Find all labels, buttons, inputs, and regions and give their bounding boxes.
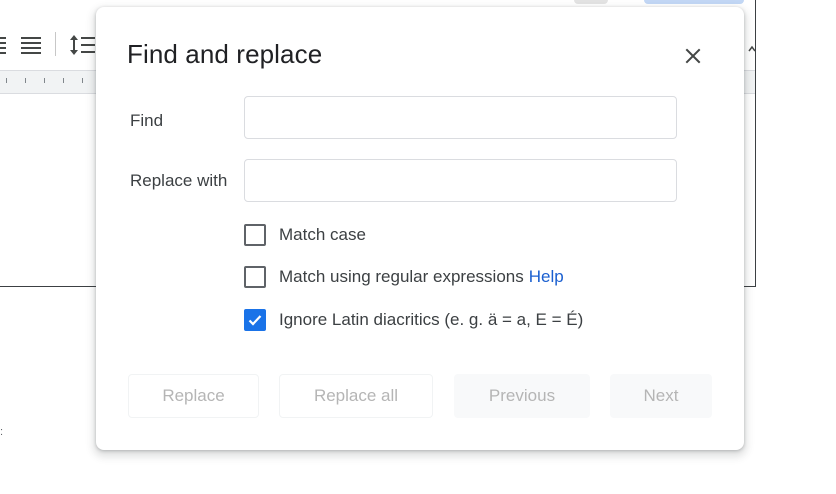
close-icon: [685, 48, 701, 64]
align-justify-icon[interactable]: [21, 36, 41, 59]
ruler-tick: [25, 78, 26, 83]
dialog-title: Find and replace: [127, 39, 323, 69]
close-button[interactable]: [676, 39, 710, 73]
replace-input[interactable]: [244, 159, 677, 202]
ignore-diacritics-checkbox[interactable]: [244, 309, 266, 331]
line-spacing-icon[interactable]: [69, 33, 95, 62]
next-button[interactable]: Next: [610, 374, 712, 418]
regex-label-text: Match using regular expressions: [279, 267, 524, 286]
stray-mark: :: [0, 426, 4, 438]
option-ignore-diacritics[interactable]: Ignore Latin diacritics (e. g. ä = a, E …: [244, 308, 583, 332]
match-case-label: Match case: [279, 225, 366, 244]
ruler-tick: [44, 78, 45, 83]
regex-checkbox[interactable]: [244, 266, 266, 288]
share-button-edge: [644, 0, 744, 4]
option-regex[interactable]: Match using regular expressions Help: [244, 265, 564, 289]
screen: : Find and replace Find Replace with Mat…: [0, 0, 836, 494]
help-link[interactable]: Help: [529, 267, 564, 286]
replace-label: Replace with: [130, 171, 228, 190]
find-input[interactable]: [244, 96, 677, 139]
option-match-case[interactable]: Match case: [244, 223, 366, 247]
replace-button[interactable]: Replace: [128, 374, 259, 418]
toolbar-separator: [55, 32, 56, 56]
ruler-tick: [6, 78, 7, 83]
find-label: Find: [130, 111, 164, 130]
toolbar-edge: [574, 0, 608, 4]
check-icon: [248, 315, 262, 326]
regex-label: Match using regular expressions Help: [279, 267, 564, 287]
ruler-tick: [63, 78, 64, 83]
find-replace-dialog: Find and replace Find Replace with Match…: [96, 7, 744, 450]
previous-button[interactable]: Previous: [454, 374, 590, 418]
chevron-up-icon[interactable]: [748, 40, 756, 58]
replace-all-button[interactable]: Replace all: [279, 374, 433, 418]
ruler-tick: [82, 78, 83, 83]
match-case-checkbox[interactable]: [244, 224, 266, 246]
align-left-icon[interactable]: [0, 36, 6, 59]
ignore-diacritics-label: Ignore Latin diacritics (e. g. ä = a, E …: [279, 310, 584, 329]
